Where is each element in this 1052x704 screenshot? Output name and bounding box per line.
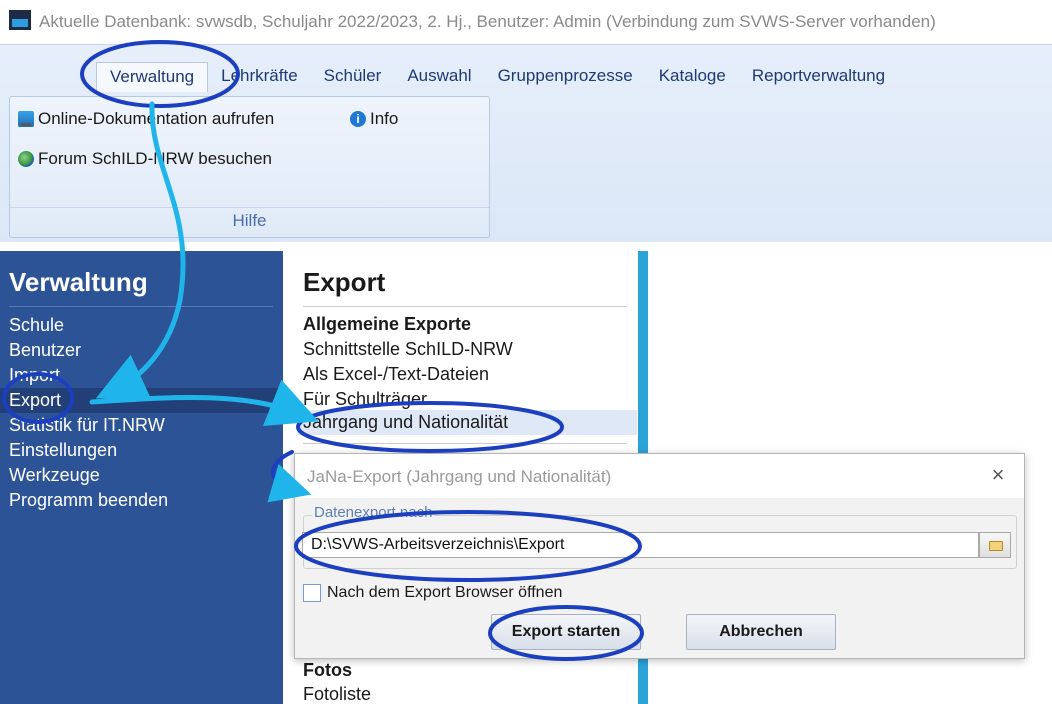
dialog-titlebar: JaNa-Export (Jahrgang und Nationalität) … (295, 454, 1024, 498)
section-general-exports: Allgemeine Exporte (303, 314, 472, 334)
folder-icon (989, 541, 1003, 551)
sidebar-item-import[interactable]: Import (0, 363, 283, 388)
ribbon-group-hilfe: Online-Dokumentation aufrufen i Info For… (9, 96, 490, 238)
sidebar-title: Verwaltung (9, 267, 148, 297)
close-icon[interactable]: × (986, 464, 1010, 488)
fieldset-label: Datenexport nach (312, 504, 435, 521)
window-title: Aktuelle Datenbank: svwsdb, Schuljahr 20… (39, 12, 936, 31)
export-item-schnittstelle[interactable]: Schnittstelle SchILD-NRW (303, 337, 513, 362)
window-titlebar: Aktuelle Datenbank: svwsdb, Schuljahr 20… (0, 0, 1052, 44)
ribbon-tabs: Verwaltung Lehrkräfte Schüler Auswahl Gr… (96, 62, 898, 92)
sidebar-divider (9, 306, 273, 307)
export-item-schultraeger[interactable]: Für Schulträger (303, 387, 427, 412)
sidebar-list: Schule Benutzer Import Export Statistik … (0, 313, 283, 513)
sidebar-item-export[interactable]: Export (0, 388, 283, 413)
export-item-fotoliste[interactable]: Fotoliste (303, 682, 371, 704)
forum-button[interactable]: Forum SchILD-NRW besuchen (18, 149, 272, 169)
export-start-button[interactable]: Export starten (491, 614, 641, 650)
dialog-title: JaNa-Export (Jahrgang und Nationalität) (307, 467, 612, 486)
jana-export-dialog: JaNa-Export (Jahrgang und Nationalität) … (294, 453, 1025, 659)
export-item-jahrgang-nationalitaet[interactable]: Jahrgang und Nationalität (297, 410, 637, 435)
info-label: Info (370, 109, 399, 128)
tab-reportverwaltung[interactable]: Reportverwaltung (739, 62, 898, 92)
sidebar: Verwaltung Schule Benutzer Import Export… (0, 251, 283, 704)
sidebar-item-schule[interactable]: Schule (0, 313, 283, 338)
export-path-input[interactable] (302, 532, 979, 558)
export-item-excel-text[interactable]: Als Excel-/Text-Dateien (303, 362, 489, 387)
tab-gruppenprozesse[interactable]: Gruppenprozesse (485, 62, 646, 92)
open-browser-label: Nach dem Export Browser öffnen (327, 584, 563, 601)
tab-kataloge[interactable]: Kataloge (646, 62, 739, 92)
sidebar-item-werkzeuge[interactable]: Werkzeuge (0, 463, 283, 488)
ribbon: Verwaltung Lehrkräfte Schüler Auswahl Gr… (0, 44, 1052, 242)
online-documentation-label: Online-Dokumentation aufrufen (38, 109, 275, 128)
online-documentation-button[interactable]: Online-Dokumentation aufrufen (18, 109, 274, 129)
sidebar-item-benutzer[interactable]: Benutzer (0, 338, 283, 363)
forum-label: Forum SchILD-NRW besuchen (38, 149, 272, 168)
info-button[interactable]: i Info (350, 109, 398, 129)
export-panel-divider (303, 306, 627, 307)
app-icon (9, 10, 31, 30)
export-panel-title: Export (303, 267, 386, 297)
browse-folder-button[interactable] (979, 532, 1011, 558)
sidebar-item-statistik[interactable]: Statistik für IT.NRW (0, 413, 283, 438)
sidebar-item-einstellungen[interactable]: Einstellungen (0, 438, 283, 463)
tab-lehrkraefte[interactable]: Lehrkräfte (208, 62, 311, 92)
tab-verwaltung[interactable]: Verwaltung (96, 62, 209, 92)
tab-auswahl[interactable]: Auswahl (394, 62, 484, 92)
globe-icon (18, 151, 34, 167)
tab-schueler[interactable]: Schüler (311, 62, 395, 92)
export-panel-divider-2 (303, 443, 627, 444)
open-browser-checkbox[interactable] (303, 584, 321, 602)
sidebar-item-programm-beenden[interactable]: Programm beenden (0, 488, 283, 513)
info-icon: i (350, 111, 366, 127)
ribbon-group-label: Hilfe (10, 207, 489, 235)
cancel-button[interactable]: Abbrechen (686, 614, 836, 650)
section-photos: Fotos (303, 660, 352, 680)
document-icon (18, 111, 34, 127)
